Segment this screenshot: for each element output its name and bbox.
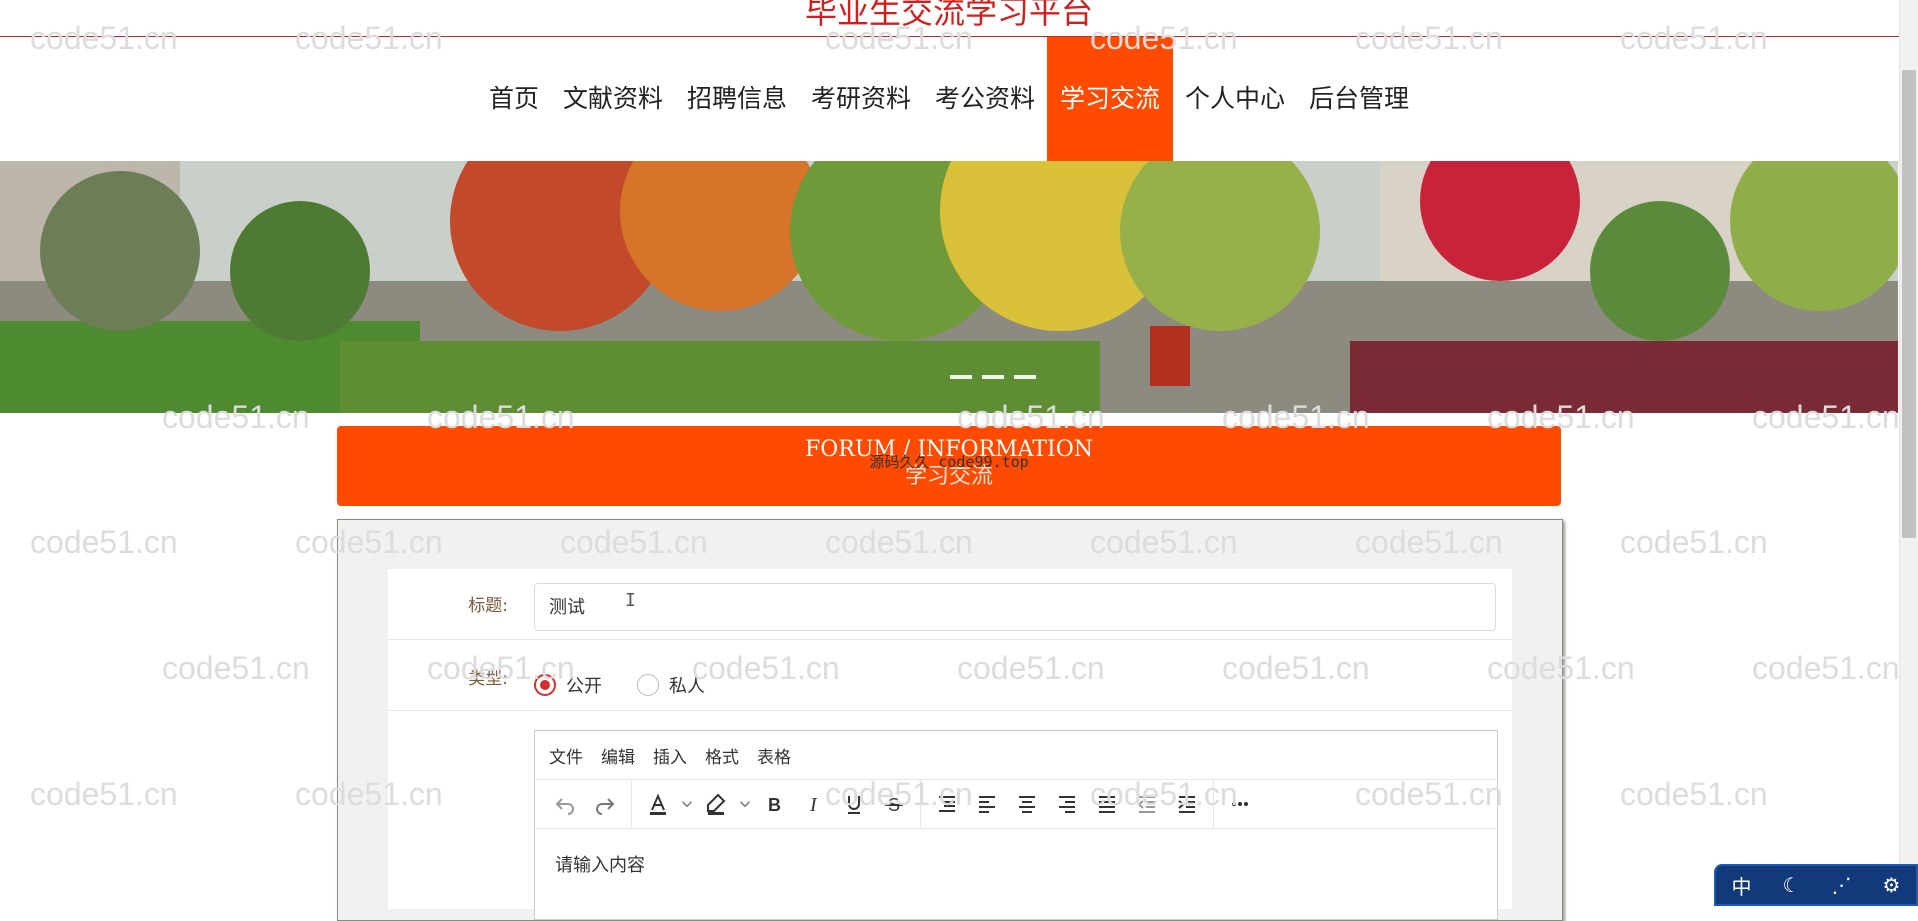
redo-icon[interactable] xyxy=(585,786,625,822)
title-row: 标题: 测试 I xyxy=(388,569,1512,640)
type-radio-private[interactable]: 私人 xyxy=(637,672,705,698)
nav-item-postgrad[interactable]: 考研资料 xyxy=(799,37,923,161)
watermark-text: code51.cn xyxy=(162,650,310,686)
text-color-icon[interactable] xyxy=(638,786,678,822)
carousel-dot[interactable] xyxy=(982,375,1004,379)
line-height-icon[interactable] xyxy=(927,786,967,822)
nav-item-personal-center[interactable]: 个人中心 xyxy=(1173,37,1297,161)
type-radio-public-label: 公开 xyxy=(566,676,602,697)
highlight-icon[interactable] xyxy=(696,786,736,822)
menu-edit[interactable]: 编辑 xyxy=(601,743,635,768)
radio-checked-icon xyxy=(534,674,556,696)
overlay-watermark-text: 源码久久 code99.top xyxy=(869,453,1029,471)
watermark-text: code51.cn xyxy=(30,524,178,560)
title-input[interactable]: 测试 xyxy=(534,583,1496,631)
nav-item-recruitment[interactable]: 招聘信息 xyxy=(675,37,799,161)
carousel-dot[interactable] xyxy=(950,375,972,379)
gear-icon[interactable]: ⚙ xyxy=(1883,873,1901,897)
outdent-icon[interactable] xyxy=(1127,786,1167,822)
toolbar-divider xyxy=(631,780,632,828)
align-justify-icon[interactable] xyxy=(1087,786,1127,822)
banner-carousel[interactable] xyxy=(0,161,1898,413)
watermark-text: code51.cn xyxy=(1620,776,1768,812)
bold-icon[interactable]: B xyxy=(754,786,794,822)
nav-item-home[interactable]: 首页 xyxy=(477,37,551,161)
watermark-text: code51.cn xyxy=(1620,524,1768,560)
chevron-down-icon[interactable] xyxy=(678,786,696,822)
site-title: 毕业生交流学习平台 xyxy=(804,0,1093,31)
title-label: 标题: xyxy=(468,596,508,616)
toolbar-divider xyxy=(1213,780,1214,828)
ime-chinese-mode[interactable]: 中 xyxy=(1732,871,1752,900)
undo-icon[interactable] xyxy=(545,786,585,822)
main-nav: 首页 文献资料 招聘信息 考研资料 考公资料 学习交流 个人中心 后台管理 xyxy=(0,37,1898,161)
nav-item-civil-service[interactable]: 考公资料 xyxy=(923,37,1047,161)
watermark-text: code51.cn xyxy=(1752,650,1900,686)
menu-file[interactable]: 文件 xyxy=(549,743,583,768)
watermark-text: code51.cn xyxy=(30,776,178,812)
carousel-indicators xyxy=(950,375,1046,379)
chevron-down-icon[interactable] xyxy=(736,786,754,822)
align-left-icon[interactable] xyxy=(967,786,1007,822)
editor-content[interactable]: 请输入内容 xyxy=(535,829,1497,899)
align-center-icon[interactable] xyxy=(1007,786,1047,822)
type-radio-private-label: 私人 xyxy=(669,676,705,697)
menu-format[interactable]: 格式 xyxy=(705,743,739,768)
ime-toolbar[interactable]: 中 ☾ ⋰ ⚙ xyxy=(1714,864,1918,906)
moon-icon[interactable]: ☾ xyxy=(1783,873,1801,897)
type-label: 类型: xyxy=(468,669,508,689)
svg-text:I: I xyxy=(809,794,818,816)
nav-item-study-exchange[interactable]: 学习交流 xyxy=(1047,37,1174,161)
indent-icon[interactable] xyxy=(1167,786,1207,822)
align-right-icon[interactable] xyxy=(1047,786,1087,822)
rich-text-editor: 文件 编辑 插入 格式 表格 B I S 请输入内容 xyxy=(534,730,1498,920)
post-form: 标题: 测试 I 类型: 公开 私人 文件 编辑 插入 格式 表格 B I S … xyxy=(388,569,1512,920)
radio-unchecked-icon xyxy=(637,674,659,696)
banner-image xyxy=(0,161,1898,413)
toolbar-divider xyxy=(920,780,921,828)
carousel-dot[interactable] xyxy=(1014,375,1036,379)
punctuation-icon[interactable]: ⋰ xyxy=(1832,873,1852,897)
editor-menubar: 文件 编辑 插入 格式 表格 xyxy=(535,731,1497,780)
underline-icon[interactable] xyxy=(834,786,874,822)
type-radio-public[interactable]: 公开 xyxy=(534,672,602,698)
text-cursor-icon: I xyxy=(625,590,636,611)
italic-icon[interactable]: I xyxy=(794,786,834,822)
menu-table[interactable]: 表格 xyxy=(757,743,791,768)
nav-item-admin[interactable]: 后台管理 xyxy=(1297,37,1421,161)
scrollbar-thumb[interactable] xyxy=(1902,70,1916,538)
page-scrollbar[interactable] xyxy=(1899,0,1918,906)
menu-insert[interactable]: 插入 xyxy=(653,743,687,768)
editor-toolbar: B I S xyxy=(535,780,1497,829)
nav-item-literature[interactable]: 文献资料 xyxy=(551,37,675,161)
svg-text:B: B xyxy=(768,795,781,815)
more-icon[interactable] xyxy=(1220,786,1260,822)
strikethrough-icon[interactable]: S xyxy=(874,786,914,822)
